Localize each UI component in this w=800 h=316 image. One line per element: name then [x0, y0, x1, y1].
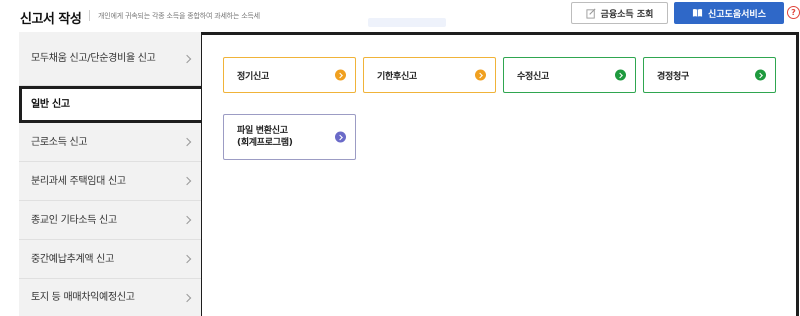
filing-help-service-label: 신고도움서비스 [708, 9, 766, 20]
chevron-right-icon [182, 254, 192, 264]
filing-help-service-button[interactable]: 신고도움서비스 [674, 2, 784, 24]
chevron-right-icon [182, 54, 192, 63]
sidebar-item-label: 토지 등 매매차익예정신고 [31, 292, 135, 303]
sidebar-item-label: 근로소득 신고 [31, 136, 88, 148]
sidebar-item-label: 분리과세 주택임대 신고 [31, 175, 126, 187]
card-label: 정기신고 [237, 71, 269, 82]
financial-income-lookup-label: 금융소득 조회 [600, 9, 654, 20]
arrow-circle-icon [335, 131, 346, 143]
sidebar-item-interim-prepayment[interactable]: 중간예납추계액 신고 [19, 240, 202, 279]
arrow-circle-icon [755, 69, 766, 81]
sidebar-item-label: 종교인 기타소득 신고 [31, 214, 117, 226]
arrow-circle-icon [475, 69, 486, 81]
sidebar-item-earned-income[interactable]: 근로소득 신고 [19, 123, 202, 162]
book-icon [692, 8, 703, 17]
filing-type-panel: 정기신고 기한후신고 수정신고 경정청구 파일 변환신고 (회계프로그램) [201, 32, 799, 316]
edit-check-icon [586, 8, 596, 19]
chevron-right-icon [182, 293, 192, 302]
chevron-right-icon [182, 215, 192, 225]
file-conversion-filing-card[interactable]: 파일 변환신고 (회계프로그램) [223, 114, 356, 160]
faded-tooltip-placeholder [368, 18, 446, 27]
sidebar-item-label: 일반 신고 [31, 99, 70, 110]
chevron-right-icon [182, 137, 192, 147]
title-divider [89, 10, 90, 21]
sidebar-item-prefilled-simple-expense[interactable]: 모두채움 신고/단순경비율 신고 [19, 32, 202, 86]
sidebar-item-land-trading-profit[interactable]: 토지 등 매매차익예정신고 [19, 279, 202, 316]
sidebar-nav: 모두채움 신고/단순경비율 신고 일반 신고 근로소득 신고 분리과세 주택임대… [19, 32, 204, 316]
card-label: 기한후신고 [377, 71, 417, 82]
card-label: 수정신고 [517, 71, 549, 82]
page-title: 신고서 작성 [20, 12, 82, 27]
card-label: 경정청구 [657, 71, 689, 82]
sidebar-item-general-filing[interactable]: 일반 신고 [19, 86, 204, 123]
page-description: 개인에게 귀속되는 각종 소득을 종합하여 과세하는 소득세 [98, 12, 260, 20]
sidebar-item-label: 중간예납추계액 신고 [31, 253, 114, 265]
refund-claim-card[interactable]: 경정청구 [643, 57, 776, 93]
amended-filing-card[interactable]: 수정신고 [503, 57, 636, 93]
question-circle-icon[interactable]: ? [787, 6, 800, 19]
sidebar-item-separate-housing-rental[interactable]: 분리과세 주택임대 신고 [19, 162, 202, 201]
page-header: 신고서 작성 개인에게 귀속되는 각종 소득을 종합하여 과세하는 소득세 금융… [0, 0, 800, 32]
sidebar-item-religious-other-income[interactable]: 종교인 기타소득 신고 [19, 201, 202, 240]
late-filing-card[interactable]: 기한후신고 [363, 57, 496, 93]
arrow-circle-icon [335, 69, 346, 81]
arrow-circle-icon [615, 69, 626, 81]
sidebar-item-label: 모두채움 신고/단순경비율 신고 [31, 53, 156, 64]
chevron-right-icon [182, 176, 192, 186]
regular-filing-card[interactable]: 정기신고 [223, 57, 356, 93]
financial-income-lookup-button[interactable]: 금융소득 조회 [571, 2, 668, 24]
card-label: 파일 변환신고 (회계프로그램) [237, 126, 293, 148]
